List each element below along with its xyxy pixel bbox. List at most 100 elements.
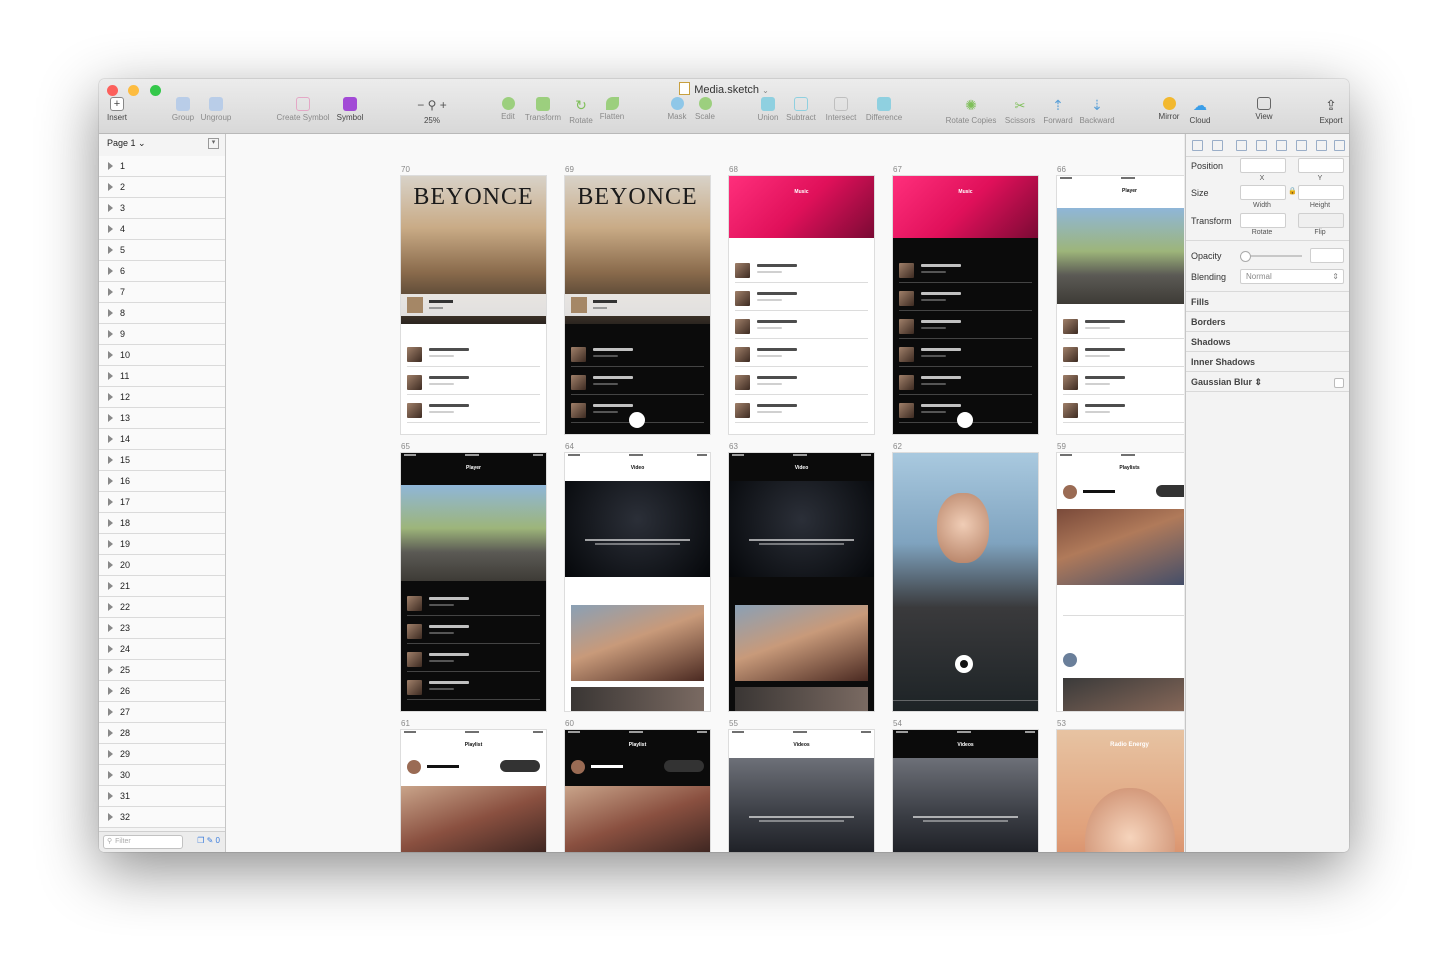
artboard[interactable]: Videos — [893, 730, 1038, 852]
layer-row[interactable]: 7 — [99, 282, 225, 303]
now-playing-bar[interactable] — [401, 294, 546, 316]
thumbnail-image[interactable] — [735, 605, 868, 681]
list-item[interactable] — [1063, 344, 1184, 367]
gaussian-blur-section[interactable]: Gaussian Blur ⇕ — [1191, 377, 1262, 388]
distribute-icon[interactable] — [1212, 140, 1223, 151]
list-item[interactable] — [407, 621, 540, 644]
toolbar-rotate-button[interactable]: ↻ Rotate — [567, 97, 595, 125]
list-item[interactable] — [735, 260, 868, 283]
thumbnail-image[interactable] — [571, 687, 704, 711]
list-item[interactable] — [735, 400, 868, 423]
toolbar-rotate-copies-button[interactable]: ✺ Rotate Copies — [943, 97, 999, 125]
record-button-icon[interactable] — [955, 655, 973, 673]
thumbnail-image[interactable] — [735, 687, 868, 711]
align-top-icon[interactable] — [1276, 140, 1287, 151]
rotate-field[interactable] — [1240, 213, 1286, 228]
opacity-field[interactable] — [1310, 248, 1344, 263]
thumbnail-image[interactable] — [571, 605, 704, 681]
artboard-label[interactable]: 62 — [893, 442, 902, 451]
toolbar-intersect-button[interactable]: Intersect — [821, 97, 861, 122]
artboard[interactable]: Beyonce — [565, 176, 710, 434]
align-left-icon[interactable] — [1192, 140, 1203, 151]
disclosure-triangle-icon[interactable] — [108, 435, 113, 443]
disclosure-triangle-icon[interactable] — [108, 330, 113, 338]
toolbar-difference-button[interactable]: Difference — [863, 97, 905, 122]
list-item[interactable] — [407, 593, 540, 616]
layer-row[interactable]: 16 — [99, 471, 225, 492]
toolbar-mirror-button[interactable]: Mirror — [1155, 97, 1183, 121]
toolbar-insert-button[interactable]: + Insert — [105, 97, 129, 122]
disclosure-triangle-icon[interactable] — [108, 162, 113, 170]
disclosure-triangle-icon[interactable] — [108, 645, 113, 653]
inner-shadows-section[interactable]: Inner Shadows — [1191, 357, 1255, 367]
blending-select[interactable]: Normal ⇕ — [1240, 269, 1344, 284]
list-item[interactable] — [899, 316, 1032, 339]
disclosure-triangle-icon[interactable] — [108, 204, 113, 212]
disclosure-triangle-icon[interactable] — [108, 498, 113, 506]
layer-row[interactable]: 25 — [99, 660, 225, 681]
toolbar-ungroup-button[interactable]: Ungroup — [199, 97, 233, 122]
toolbar-edit-button[interactable]: Edit — [497, 97, 519, 121]
artboard-label[interactable]: 54 — [893, 719, 902, 728]
disclosure-triangle-icon[interactable] — [108, 582, 113, 590]
artboard-label[interactable]: 63 — [729, 442, 738, 451]
layer-row[interactable]: 23 — [99, 618, 225, 639]
layer-row[interactable]: 14 — [99, 429, 225, 450]
layer-row[interactable]: 32 — [99, 807, 225, 828]
toolbar-scissors-button[interactable]: ✂ Scissors — [1003, 97, 1037, 125]
artboard-label[interactable]: 67 — [893, 165, 902, 174]
layer-row[interactable]: 30 — [99, 765, 225, 786]
artboard[interactable]: Video — [565, 453, 710, 711]
disclosure-triangle-icon[interactable] — [108, 666, 113, 674]
artboard-label[interactable]: 59 — [1057, 442, 1066, 451]
toolbar-export-button[interactable]: ⇪ Export — [1317, 97, 1345, 125]
layer-row[interactable]: 27 — [99, 702, 225, 723]
layer-row[interactable]: 12 — [99, 387, 225, 408]
toolbar-cloud-button[interactable]: ☁ Cloud — [1187, 97, 1213, 125]
disclosure-triangle-icon[interactable] — [108, 687, 113, 695]
list-item[interactable] — [407, 649, 540, 672]
disclosure-triangle-icon[interactable] — [108, 603, 113, 611]
layer-row[interactable]: 11 — [99, 366, 225, 387]
list-item[interactable] — [735, 344, 868, 367]
disclosure-triangle-icon[interactable] — [108, 813, 113, 821]
disclosure-triangle-icon[interactable] — [108, 708, 113, 716]
disclosure-triangle-icon[interactable] — [108, 561, 113, 569]
layer-row[interactable]: 9 — [99, 324, 225, 345]
disclosure-triangle-icon[interactable] — [108, 351, 113, 359]
y-field[interactable] — [1298, 158, 1344, 173]
align-center-icon[interactable] — [1236, 140, 1247, 151]
shadows-section[interactable]: Shadows — [1191, 337, 1231, 347]
layer-row[interactable]: 19 — [99, 534, 225, 555]
opacity-slider[interactable] — [1240, 251, 1302, 262]
disclosure-triangle-icon[interactable] — [108, 414, 113, 422]
layer-row[interactable]: 18 — [99, 513, 225, 534]
page-selector[interactable]: Page 1 ⌄ — [107, 138, 146, 149]
now-playing-bar[interactable] — [565, 294, 710, 316]
toolbar-zoom-control[interactable]: − ⚲ +25% — [409, 97, 455, 125]
disclosure-triangle-icon[interactable] — [108, 288, 113, 296]
artboard[interactable]: Player — [1057, 176, 1184, 434]
artboard[interactable]: Player — [401, 453, 546, 711]
slider-knob[interactable] — [1240, 251, 1251, 262]
layer-row[interactable]: 5 — [99, 240, 225, 261]
toolbar-flatten-button[interactable]: Flatten — [597, 97, 627, 121]
toolbar-symbol-button[interactable]: Symbol — [335, 97, 365, 122]
toolbar-backward-button[interactable]: ⇣ Backward — [1077, 97, 1117, 125]
x-field[interactable] — [1240, 158, 1286, 173]
artboard-label[interactable]: 66 — [1057, 165, 1066, 174]
artboard[interactable]: Video — [729, 453, 874, 711]
disclosure-triangle-icon[interactable] — [108, 729, 113, 737]
toolbar-forward-button[interactable]: ⇡ Forward — [1041, 97, 1075, 125]
layer-row[interactable]: 10 — [99, 345, 225, 366]
toolbar-create-symbol-button[interactable]: Create Symbol — [275, 97, 331, 122]
toolbar-scale-button[interactable]: Scale — [693, 97, 717, 121]
artboard[interactable]: Playlist — [401, 730, 546, 852]
disclosure-triangle-icon[interactable] — [108, 246, 113, 254]
export-filter-icons[interactable]: ❐ ✎ 0 — [197, 836, 220, 845]
camera-tabs[interactable] — [893, 700, 1038, 711]
fills-section[interactable]: Fills — [1191, 297, 1209, 307]
toolbar-view-button[interactable]: View — [1251, 97, 1277, 121]
list-item[interactable] — [899, 260, 1032, 283]
play-button-icon[interactable] — [957, 412, 973, 428]
